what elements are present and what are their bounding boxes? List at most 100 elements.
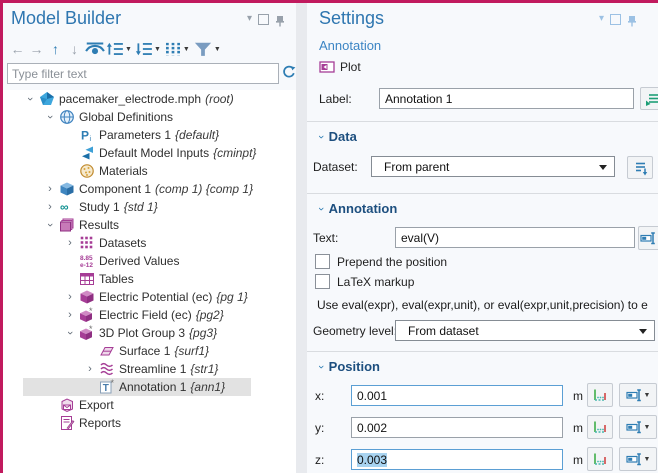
tree-item-global-definitions[interactable]: ›Global Definitions xyxy=(3,108,296,126)
dropdown-caret-icon: ▼ xyxy=(644,392,651,399)
expander-icon[interactable]: › xyxy=(44,108,56,126)
pin-icon[interactable] xyxy=(275,13,285,25)
tree-item-datasets[interactable]: ›Datasets xyxy=(3,234,296,252)
position-section-title: Position xyxy=(329,359,380,374)
breadcrumb[interactable]: Annotation xyxy=(319,38,381,53)
model-tree: ›pacemaker_electrode.mph(root)›Global De… xyxy=(3,90,296,473)
filter-input[interactable] xyxy=(7,63,279,84)
y-input[interactable]: 0.002 xyxy=(351,417,563,438)
tree-item-annotation-1[interactable]: T*Annotation 1{ann1} xyxy=(3,378,296,396)
tree-item-streamline-1[interactable]: ›Streamline 1{str1} xyxy=(3,360,296,378)
checkbox-label: Prepend the position xyxy=(337,255,447,269)
rename-button[interactable] xyxy=(640,87,658,110)
section-collapse-icon[interactable]: › xyxy=(315,135,327,139)
tree-item-tag: {pg3} xyxy=(189,326,217,340)
expander-icon[interactable]: › xyxy=(24,90,36,108)
tree-item-reports[interactable]: Reports xyxy=(3,414,296,432)
y-unit: m xyxy=(573,421,583,435)
dropdown-caret-icon[interactable]: ▼ xyxy=(154,46,161,53)
expand-all-button[interactable] xyxy=(135,40,153,58)
tree-item-materials[interactable]: Materials xyxy=(3,162,296,180)
edit-field-button[interactable]: ▼ xyxy=(619,383,657,407)
dropdown-caret-icon[interactable]: ▼ xyxy=(214,46,221,53)
range-button[interactable] xyxy=(587,415,613,439)
tree-item-electric-field-ec[interactable]: ›*Electric Field (ec){pg2} xyxy=(3,306,296,324)
expander-icon[interactable]: › xyxy=(41,201,59,213)
tree-item-study-1[interactable]: ›∞Study 1{std 1} xyxy=(3,198,296,216)
z-input[interactable]: 0.003 xyxy=(351,449,563,470)
results-icon xyxy=(59,217,75,233)
edit-field-button[interactable]: ▼ xyxy=(619,447,657,471)
expander-icon[interactable]: › xyxy=(44,216,56,234)
move-down-button[interactable]: ↓ xyxy=(65,40,84,58)
edit-field-button[interactable]: ▼ xyxy=(619,415,657,439)
dropdown-caret-icon[interactable]: ▼ xyxy=(125,46,132,53)
label-input[interactable] xyxy=(379,88,634,109)
node-text-button[interactable] xyxy=(164,40,182,58)
x-input[interactable]: 0.001 xyxy=(351,385,563,406)
go-back-button[interactable]: ← xyxy=(8,40,27,58)
latex-markup-checkbox[interactable]: LaTeX markup xyxy=(315,274,414,289)
annotation-section-header[interactable]: › Annotation xyxy=(319,201,397,216)
collapse-all-button[interactable] xyxy=(106,40,124,58)
refresh-icon[interactable] xyxy=(281,64,297,80)
float-window-icon[interactable] xyxy=(610,14,621,25)
geometry-level-dropdown[interactable]: From dataset xyxy=(395,320,655,341)
svg-text:8.85: 8.85 xyxy=(80,255,93,262)
show-toggle-button[interactable] xyxy=(84,40,106,58)
pin-icon[interactable] xyxy=(627,13,637,25)
tree-item-export[interactable]: Export xyxy=(3,396,296,414)
tree-item-label: Electric Field (ec) xyxy=(99,308,192,322)
float-window-icon[interactable] xyxy=(258,14,269,25)
data-section-header[interactable]: › Data xyxy=(319,129,357,144)
checkbox-icon xyxy=(315,274,330,289)
filter-button[interactable] xyxy=(193,40,213,58)
range-button[interactable] xyxy=(587,383,613,407)
prepend-position-checkbox[interactable]: Prepend the position xyxy=(315,254,447,269)
svg-text:e-12: e-12 xyxy=(80,262,93,269)
expander-icon[interactable]: › xyxy=(61,237,79,249)
tree-item-tables[interactable]: Tables xyxy=(3,270,296,288)
expander-icon[interactable]: › xyxy=(64,324,76,342)
edit-field-icon xyxy=(626,451,642,467)
rename-icon xyxy=(644,91,658,107)
panel-menu-caret-icon[interactable]: ▾ xyxy=(247,14,252,24)
dataset-dropdown[interactable]: From parent xyxy=(371,156,615,177)
chevron-down-icon xyxy=(639,329,647,334)
annotation-text-input[interactable] xyxy=(395,227,635,248)
go-forward-button[interactable]: → xyxy=(27,40,46,58)
tree-item-pacemaker-electrode-mph[interactable]: ›pacemaker_electrode.mph(root) xyxy=(3,90,296,108)
chevron-down-icon xyxy=(599,165,607,170)
z-value: 0.003 xyxy=(357,453,387,467)
checkbox-label: LaTeX markup xyxy=(337,275,414,289)
go-to-source-button[interactable] xyxy=(627,156,653,179)
edit-field-icon xyxy=(640,230,656,246)
expander-icon[interactable]: › xyxy=(61,309,79,321)
position-section-header[interactable]: › Position xyxy=(319,359,380,374)
panel-divider[interactable] xyxy=(296,3,307,473)
tree-item-electric-potential-ec[interactable]: ›Electric Potential (ec){pg 1} xyxy=(3,288,296,306)
expander-icon[interactable]: › xyxy=(61,291,79,303)
tree-item-label: Export xyxy=(79,398,114,412)
section-collapse-icon[interactable]: › xyxy=(315,207,327,211)
panel-menu-caret-icon[interactable]: ▾ xyxy=(599,14,604,24)
dropdown-caret-icon[interactable]: ▼ xyxy=(183,46,190,53)
tree-item-surface-1[interactable]: Surface 1{surf1} xyxy=(3,342,296,360)
range-button[interactable] xyxy=(587,447,613,471)
eval-helper-text: Use eval(expr), eval(expr,unit), or eval… xyxy=(317,298,658,312)
tree-item-label: Streamline 1 xyxy=(119,362,186,376)
tree-item-3d-plot-group-3[interactable]: ›*3D Plot Group 3{pg3} xyxy=(3,324,296,342)
move-up-button[interactable]: ↑ xyxy=(46,40,65,58)
tree-item-label: Derived Values xyxy=(99,254,179,268)
tree-item-derived-values[interactable]: 8.85e-12 Derived Values xyxy=(3,252,296,270)
expander-icon[interactable]: › xyxy=(81,363,99,375)
plot-button[interactable]: Plot xyxy=(319,59,361,75)
tree-item-component-1[interactable]: ›Component 1(comp 1) {comp 1} xyxy=(3,180,296,198)
tree-item-parameters-1[interactable]: PiParameters 1{default} xyxy=(3,126,296,144)
section-collapse-icon[interactable]: › xyxy=(315,365,327,369)
edit-field-button[interactable]: ▼ xyxy=(638,226,658,250)
range-icon xyxy=(592,387,608,403)
expander-icon[interactable]: › xyxy=(41,183,59,195)
tree-item-results[interactable]: ›Results xyxy=(3,216,296,234)
tree-item-default-model-inputs[interactable]: Default Model Inputs{cminpt} xyxy=(3,144,296,162)
